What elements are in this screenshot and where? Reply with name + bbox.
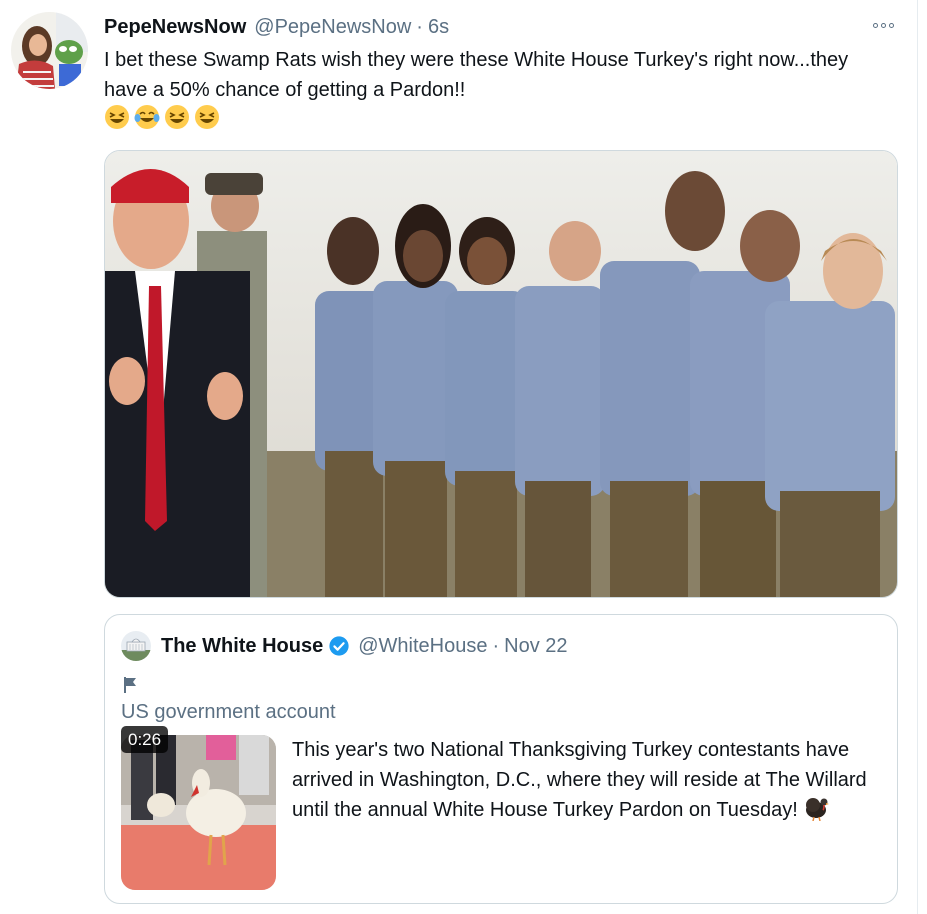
more-dot-icon (888, 22, 894, 28)
turkey-icon (805, 798, 829, 821)
video-thumbnail[interactable] (121, 735, 276, 890)
header-separator: · (416, 15, 423, 38)
face-with-tears-of-joy-icon (134, 105, 160, 129)
flag-icon (124, 677, 136, 693)
author-avatar[interactable] (11, 12, 88, 89)
grinning-squinting-face-icon (165, 105, 189, 129)
quoted-author-avatar[interactable] (121, 631, 151, 661)
tweet-photo[interactable] (104, 150, 898, 598)
quoted-author-display-name[interactable]: The White House (161, 635, 323, 658)
quoted-tweet-header: The White House @WhiteHouse · Nov 22 (161, 633, 568, 659)
quoted-tweet[interactable]: The White House @WhiteHouse · Nov 22 US … (104, 614, 898, 904)
grinning-squinting-face-icon (195, 105, 219, 129)
quoted-tweet-date[interactable]: Nov 22 (504, 635, 567, 658)
photo-illustration (105, 151, 897, 597)
verified-badge-icon (329, 636, 349, 656)
quoted-tweet-text: This year's two National Thanksgiving Tu… (292, 735, 892, 825)
author-handle[interactable]: @PepeNewsNow (254, 16, 411, 39)
tweet-timestamp[interactable]: 6s (428, 16, 449, 39)
more-dot-icon (880, 22, 886, 28)
author-display-name[interactable]: PepeNewsNow (104, 16, 246, 39)
video-thumbnail-illustration (121, 735, 276, 890)
more-options-button[interactable] (868, 16, 898, 34)
more-dot-icon (872, 22, 878, 28)
video-duration: 0:26 (121, 726, 169, 753)
timeline-divider (917, 0, 918, 914)
grinning-squinting-face-icon (105, 105, 129, 129)
quoted-header-separator: · (492, 634, 500, 657)
tweet-text: I bet these Swamp Rats wish they were th… (104, 49, 849, 101)
government-account-label[interactable]: US government account (121, 701, 336, 724)
tweet: PepeNewsNow @PepeNewsNow · 6s I bet thes… (0, 0, 927, 914)
quoted-author-handle[interactable]: @WhiteHouse (358, 635, 487, 658)
tweet-header: PepeNewsNow @PepeNewsNow · 6s (104, 14, 449, 40)
quoted-tweet-text-body: This year's two National Thanksgiving Tu… (292, 739, 867, 821)
emoji-row (104, 104, 220, 130)
